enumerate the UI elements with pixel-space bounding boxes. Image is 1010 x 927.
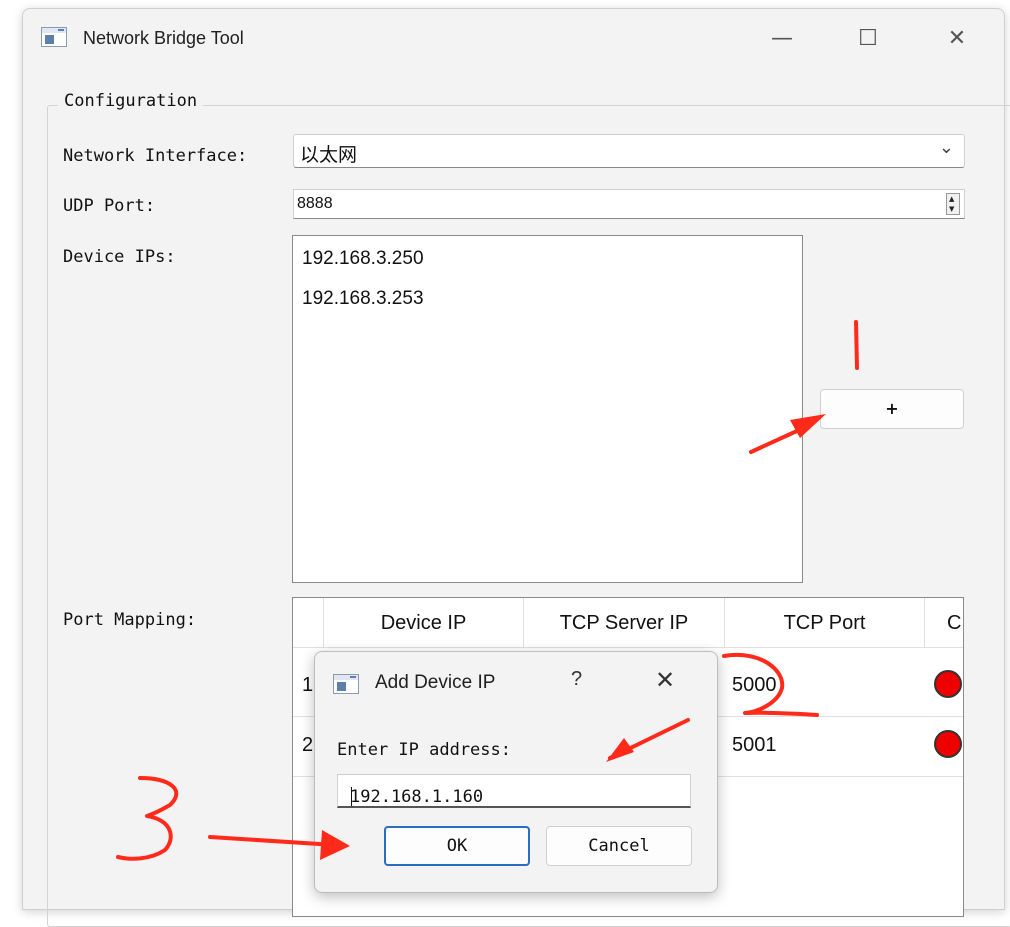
- ip-address-prompt: Enter IP address:: [337, 740, 511, 760]
- device-ips-label: Device IPs:: [63, 247, 176, 267]
- spin-arrows-icon[interactable]: ▲ ▼: [946, 193, 960, 215]
- table-cell-tcp-port[interactable]: 5001: [732, 734, 777, 757]
- dialog-app-icon: [333, 674, 359, 694]
- network-interface-value: 以太网: [300, 144, 358, 166]
- list-item[interactable]: 192.168.3.250: [302, 248, 424, 270]
- minimize-button[interactable]: —: [760, 23, 804, 55]
- network-interface-label: Network Interface:: [63, 146, 248, 166]
- device-ips-list[interactable]: 192.168.3.250 192.168.3.253: [292, 235, 803, 583]
- udp-port-label: UDP Port:: [63, 196, 156, 216]
- status-indicator: [934, 670, 962, 698]
- dialog-title: Add Device IP: [375, 672, 496, 693]
- row-index: 1: [302, 674, 314, 696]
- column-header-tcp-port[interactable]: TCP Port: [725, 598, 925, 648]
- cancel-button[interactable]: Cancel: [546, 826, 692, 866]
- maximize-button[interactable]: ☐: [846, 23, 890, 55]
- port-mapping-label: Port Mapping:: [63, 610, 197, 630]
- window-title: Network Bridge Tool: [83, 28, 244, 48]
- column-header-tcp-server-ip[interactable]: TCP Server IP: [524, 598, 725, 648]
- column-header-c[interactable]: C: [925, 598, 963, 648]
- help-button[interactable]: ?: [571, 668, 582, 691]
- dialog-close-button[interactable]: ✕: [655, 666, 675, 694]
- udp-port-spinbox[interactable]: 8888 ▲ ▼: [293, 189, 965, 219]
- table-corner[interactable]: [293, 598, 324, 648]
- network-interface-combo[interactable]: 以太网 ⌄: [293, 134, 965, 168]
- close-button[interactable]: ✕: [935, 23, 979, 55]
- table-cell-tcp-port[interactable]: 5000: [732, 674, 777, 697]
- ip-address-value: 192.168.1.160: [350, 787, 484, 807]
- configuration-group-title: Configuration: [58, 91, 204, 111]
- main-window: Network Bridge Tool — ☐ ✕ Configuration …: [22, 8, 1010, 927]
- app-icon: [41, 27, 67, 47]
- list-item[interactable]: 192.168.3.253: [302, 288, 424, 310]
- add-device-ip-dialog[interactable]: Add Device IP ? ✕ Enter IP address: 192.…: [314, 651, 718, 893]
- status-indicator: [934, 730, 962, 758]
- chevron-down-icon[interactable]: ⌄: [939, 137, 954, 158]
- column-header-device-ip[interactable]: Device IP: [324, 598, 524, 648]
- ip-address-input[interactable]: 192.168.1.160: [337, 774, 691, 808]
- udp-port-value: 8888: [297, 195, 333, 212]
- title-bar[interactable]: Network Bridge Tool — ☐ ✕: [23, 9, 1004, 75]
- text-caret: [351, 787, 352, 806]
- ok-button[interactable]: OK: [384, 826, 530, 866]
- row-index: 2: [302, 734, 314, 756]
- add-ip-button[interactable]: +: [820, 389, 964, 429]
